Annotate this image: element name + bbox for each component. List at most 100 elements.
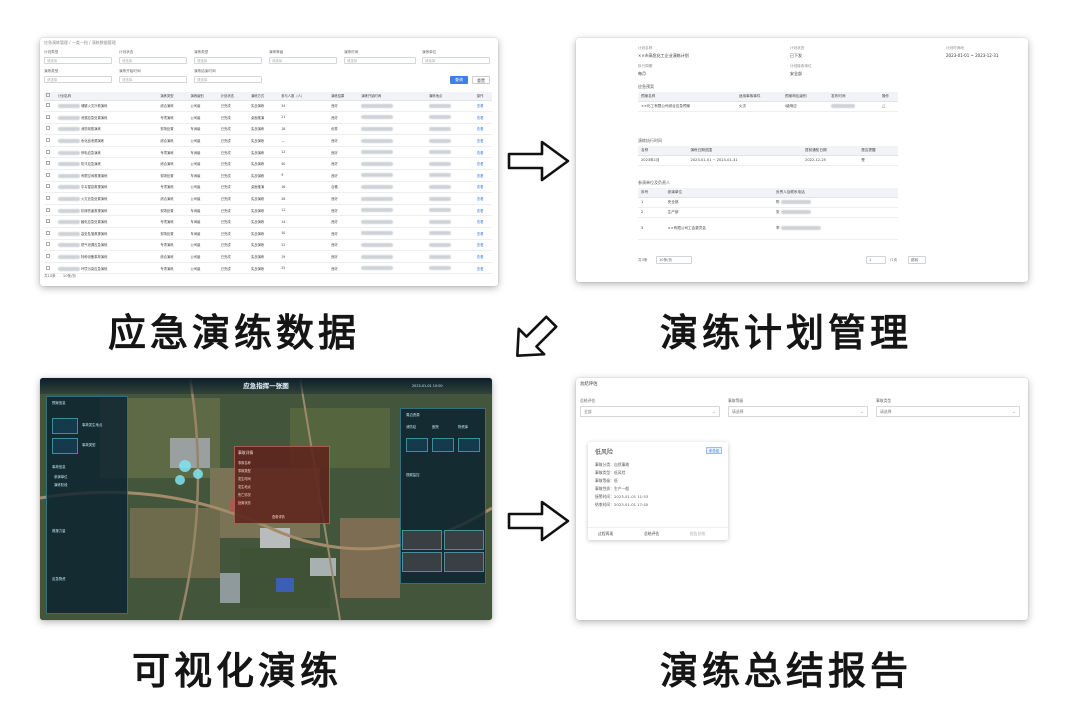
table-cell: 专项演练 [158, 215, 189, 229]
column-header: 演练开始时间 [359, 92, 428, 101]
view-link[interactable]: 查看 [474, 134, 492, 147]
plan-name-cell: 环境污染应急演练 [55, 262, 159, 275]
view-link[interactable]: 查看 [474, 215, 492, 229]
video-tile[interactable] [444, 552, 484, 572]
filter-drill-level[interactable]: 请选择 [269, 57, 337, 64]
row-checkbox[interactable] [44, 181, 56, 194]
view-link[interactable]: 查看 [474, 262, 492, 275]
view-link[interactable]: 查看 [474, 146, 492, 159]
row-checkbox[interactable] [44, 227, 56, 240]
replay-button[interactable]: 过程再现 [598, 531, 613, 537]
filter-label: 事故类型 [876, 398, 892, 403]
report-card[interactable]: 低风险 未总结 事故分类：自然事故 事故类型：低风险 事故等级：低 事故性质：生… [588, 442, 728, 540]
evaluate-button[interactable]: 总结评估 [644, 531, 659, 537]
view-link[interactable]: 查看 [474, 181, 492, 194]
pager-total: 共15条 [44, 274, 56, 278]
type-filter-select[interactable]: 请选择 ⌄ [876, 406, 1020, 417]
row-checkbox[interactable] [44, 123, 56, 136]
left-section-title: 应急物资 [52, 577, 66, 581]
location-cell [427, 192, 475, 205]
view-link[interactable]: 查看 [474, 227, 492, 240]
table-cell: 良好 [329, 111, 360, 124]
field-value: 2023-01-01 ~ 2023-12-31 [946, 53, 999, 58]
view-link[interactable]: 查看 [474, 169, 492, 182]
filter-start-time[interactable]: 请选择 [119, 76, 187, 83]
popup-detail-button[interactable]: 查看详情 [272, 514, 285, 519]
table-cell: 综合演练 [158, 134, 189, 147]
table-cell: 实战演练 [248, 192, 280, 205]
view-link[interactable]: 查看 [474, 111, 492, 124]
filter-end-time[interactable]: 请选择 [194, 76, 262, 83]
table-cell: 已完成 [218, 134, 249, 147]
table-cell: 良好 [329, 169, 360, 182]
table-row: 2 生产部 张 [638, 207, 898, 218]
start-time-cell [359, 239, 428, 252]
video-tile[interactable] [402, 530, 442, 550]
table-cell: 实战演练 [248, 262, 280, 275]
reset-button[interactable]: 重置 [472, 76, 490, 84]
filter-plan-type[interactable]: 请选择 [44, 57, 112, 64]
select-all-checkbox[interactable] [44, 92, 56, 101]
delete-icon[interactable]: □ [878, 101, 898, 112]
view-link-label: 查看 [476, 104, 484, 109]
left-section-title: 预案信息 [52, 401, 66, 405]
page-size-select[interactable]: 10条/页 [63, 274, 76, 278]
page-number-input[interactable]: 1 [866, 256, 886, 264]
arrow-right-icon [507, 140, 570, 182]
row-checkbox[interactable] [44, 169, 56, 182]
table-cell: 现场处置 [158, 227, 189, 240]
row-checkbox[interactable] [44, 215, 56, 229]
table-cell: 良好 [329, 215, 360, 229]
row-checkbox[interactable] [44, 146, 56, 159]
arrow-down-left-icon [516, 315, 558, 357]
summary-filter-select[interactable]: 全部 ⌄ [580, 406, 720, 417]
column-header: 操作 [878, 92, 898, 102]
level-filter-select[interactable]: 请选择 ⌄ [728, 406, 868, 417]
filter-plan-status[interactable]: 请选择 [119, 57, 187, 64]
filter-drill-type-2[interactable]: 请选择 [44, 76, 112, 83]
table-cell: 11 [279, 204, 330, 217]
resource-tile[interactable] [432, 438, 454, 452]
table-cell: 实战演练 [248, 215, 280, 229]
view-link[interactable]: 查看 [474, 100, 492, 113]
video-tile[interactable] [402, 552, 442, 572]
plan-tile[interactable] [52, 438, 78, 454]
popup-title: 事故详情 [238, 450, 254, 455]
page-size-select[interactable]: 10条/页 [656, 256, 692, 264]
filter-label: 演练类型 [194, 50, 209, 54]
view-link[interactable]: 查看 [474, 123, 492, 136]
filter-drill-time[interactable]: 请选择 [344, 57, 416, 64]
view-link[interactable]: 查看 [474, 239, 492, 252]
location-cell [427, 134, 475, 147]
row-checkbox[interactable] [44, 157, 56, 171]
filter-drill-type[interactable]: 请选择 [194, 57, 262, 64]
jump-button[interactable]: 跳转 [908, 256, 926, 264]
table-cell: 已完成 [218, 262, 249, 275]
table-cell: 良好 [329, 262, 360, 275]
start-time-cell [359, 192, 428, 205]
field-value: 每月 [638, 71, 646, 76]
report-button[interactable]: 报告总结 [690, 531, 705, 537]
plan-tile[interactable] [52, 418, 78, 434]
view-link[interactable]: 查看 [474, 204, 492, 217]
row-checkbox[interactable] [44, 204, 56, 217]
row-checkbox[interactable] [44, 262, 56, 275]
row-checkbox[interactable] [44, 134, 56, 147]
row-checkbox[interactable] [44, 250, 56, 263]
view-link[interactable]: 查看 [474, 157, 492, 171]
video-tile[interactable] [444, 530, 484, 550]
row-checkbox[interactable] [44, 111, 56, 124]
view-link[interactable]: 查看 [474, 192, 492, 205]
resource-tile[interactable] [406, 438, 428, 452]
popup-row: 伤亡情况 [238, 493, 251, 497]
card-row: 事故类型：低风险 [595, 470, 626, 475]
table-cell: 综合演练 [158, 192, 189, 205]
search-button[interactable]: 查询 [450, 76, 468, 84]
view-link[interactable]: 查看 [474, 250, 492, 263]
row-checkbox[interactable] [44, 100, 56, 113]
row-checkbox[interactable] [44, 239, 56, 252]
row-checkbox[interactable] [44, 192, 56, 205]
table-cell: 公司级 [188, 250, 219, 263]
resource-tile[interactable] [458, 438, 480, 452]
filter-drill-unit[interactable]: 请选择 [422, 57, 490, 64]
